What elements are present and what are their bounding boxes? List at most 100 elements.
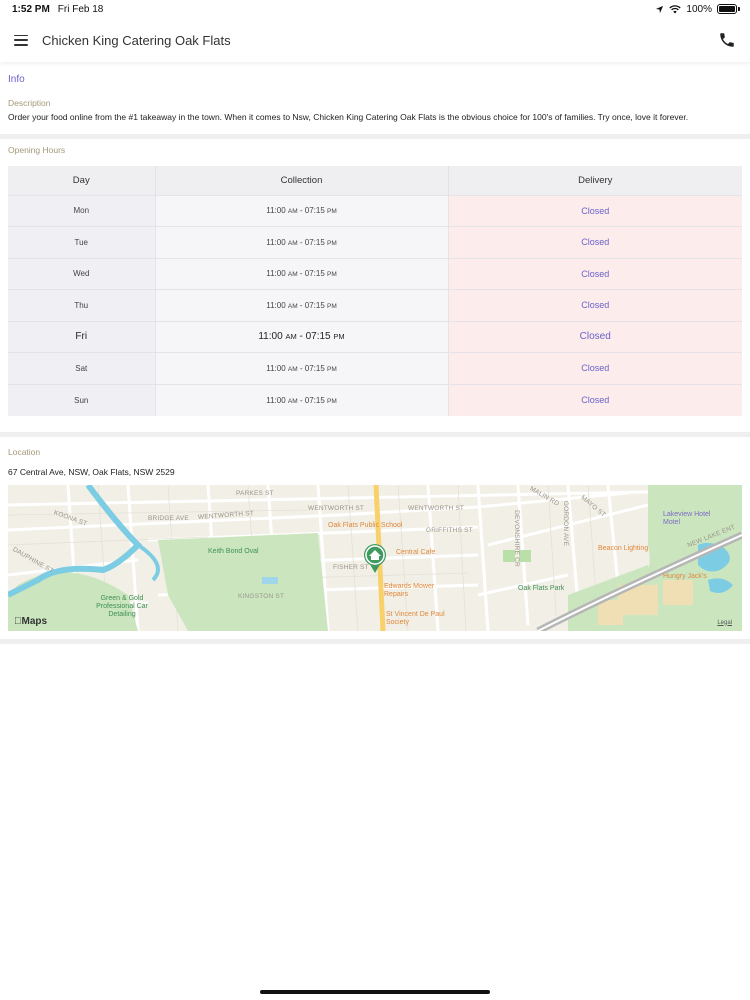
open-ampm: AM	[287, 365, 298, 373]
table-row: Wed 11:00 AM - 07:15 PM Closed	[8, 257, 742, 290]
close-time: 07:15	[304, 237, 325, 247]
time-separator: -	[297, 395, 305, 405]
table-row: Mon 11:00 AM - 07:15 PM Closed	[8, 194, 742, 227]
collection-hours-cell: 11:00 AM - 07:15 PM	[155, 383, 449, 416]
table-row: Sat 11:00 AM - 07:15 PM Closed	[8, 352, 742, 384]
info-link[interactable]: Info	[8, 74, 25, 85]
day-cell: Tue	[8, 226, 156, 258]
location-map[interactable]: PARKES ST WENTWORTH ST WENTWORTH ST WENT…	[8, 484, 742, 631]
map-poi-green-gold-car-detailing[interactable]: Green & Gold Professional Car Detailing	[90, 595, 154, 619]
section-divider	[0, 638, 750, 644]
delivery-status-cell: Closed	[448, 289, 742, 321]
phone-icon[interactable]	[718, 31, 736, 49]
location-arrow-icon	[656, 5, 664, 13]
map-street-label: WENTWORTH ST	[408, 504, 465, 512]
open-ampm: AM	[285, 332, 297, 342]
close-time: 07:15	[304, 300, 325, 310]
close-ampm: PM	[327, 365, 337, 373]
opening-hours-table: Day Collection Delivery Mon 11:00 AM - 07…	[8, 166, 742, 416]
open-ampm: AM	[287, 302, 298, 310]
open-time: 11:00	[266, 363, 286, 373]
map-legal-link[interactable]: Legal	[717, 620, 732, 626]
table-row: Sun 11:00 AM - 07:15 PM Closed	[8, 383, 742, 416]
close-time: 07:15	[304, 269, 325, 279]
status-time: 1:52 PM	[12, 3, 50, 15]
open-time: 11:00	[266, 300, 286, 310]
battery-icon	[717, 4, 740, 14]
delivery-status-cell: Closed	[448, 352, 742, 384]
map-poi-hungry-jacks[interactable]: Hungry Jack's	[663, 573, 707, 581]
map-poi-edwards-mower-repairs[interactable]: Edwards Mower Repairs	[384, 583, 454, 599]
map-poi-central-cafe[interactable]: Central Cafe	[396, 549, 435, 557]
map-street-label: DEVONSHIRE CR	[512, 509, 520, 567]
map-poi-oak-flats-public-school[interactable]: Oak Flats Public School	[328, 522, 402, 530]
open-time: 11:00	[266, 269, 286, 279]
column-header-delivery: Delivery	[448, 166, 742, 195]
delivery-status-cell: Closed	[448, 194, 742, 227]
section-divider	[0, 431, 750, 437]
section-divider	[0, 134, 750, 139]
open-time: 11:00	[266, 206, 286, 216]
location-label: Location	[8, 446, 41, 457]
status-bar: 1:52 PM Fri Feb 18 100%	[0, 0, 750, 18]
collection-hours-cell: 11:00 AM - 07:15 PM	[155, 194, 449, 227]
status-left: 1:52 PM Fri Feb 18	[12, 4, 103, 15]
time-separator: -	[296, 331, 306, 343]
description-text: Order your food online from the #1 takea…	[8, 112, 689, 122]
close-time: 07:15	[304, 206, 325, 216]
table-header-row: Day Collection Delivery	[8, 166, 742, 195]
status-date: Fri Feb 18	[57, 3, 104, 15]
collection-hours-cell: 11:00 AM - 07:15 PM	[155, 257, 449, 290]
map-poi-st-vincent-de-paul[interactable]: St Vincent De Paul Society	[386, 611, 446, 627]
column-header-day: Day	[8, 166, 156, 195]
maps-label: Maps	[14, 615, 48, 627]
time-separator: -	[297, 300, 305, 310]
map-street-label: GORDON AVE	[562, 500, 570, 546]
collection-hours-cell: 11:00 AM - 07:15 PM	[155, 289, 449, 321]
open-ampm: AM	[287, 239, 298, 247]
apple-maps-attribution: Maps	[14, 616, 47, 627]
close-ampm: PM	[327, 208, 337, 216]
time-separator: -	[297, 363, 305, 373]
day-cell: Fri	[8, 320, 156, 353]
time-separator: -	[297, 206, 305, 216]
delivery-status-cell: Closed	[448, 320, 742, 353]
map-poi-keith-bond-oval[interactable]: Keith Bond Oval	[208, 548, 259, 556]
address-text: 67 Central Ave, NSW, Oak Flats, NSW 2529	[8, 466, 175, 477]
close-ampm: PM	[327, 239, 337, 247]
delivery-status-cell: Closed	[448, 383, 742, 416]
open-ampm: AM	[287, 271, 298, 279]
collection-hours-cell: 11:00 AM - 07:15 PM	[155, 320, 449, 353]
delivery-status-cell: Closed	[448, 226, 742, 258]
day-cell: Mon	[8, 194, 156, 227]
table-row: Fri 11:00 AM - 07:15 PM Closed	[8, 320, 742, 353]
hamburger-menu-icon[interactable]	[14, 34, 28, 46]
close-ampm: PM	[327, 397, 337, 405]
battery-fill	[719, 6, 735, 12]
description-label: Description	[8, 98, 51, 108]
home-indicator[interactable]	[260, 990, 490, 994]
table-row: Thu 11:00 AM - 07:15 PM Closed	[8, 289, 742, 321]
close-ampm: PM	[333, 332, 345, 342]
close-time: 07:15	[304, 363, 325, 373]
map-street-label: BRIDGE AVE	[148, 514, 189, 522]
open-time: 11:00	[266, 395, 286, 405]
open-ampm: AM	[287, 208, 298, 216]
app-header: Chicken King Catering Oak Flats	[0, 18, 750, 62]
status-right: 100%	[655, 4, 740, 15]
column-header-collection: Collection	[155, 166, 449, 195]
day-cell: Sun	[8, 383, 156, 416]
delivery-status-cell: Closed	[448, 257, 742, 290]
open-time: 11:00	[266, 237, 286, 247]
map-poi-oak-flats-park[interactable]: Oak Flats Park	[518, 585, 564, 593]
open-time: 11:00	[258, 331, 283, 343]
close-ampm: PM	[327, 302, 337, 310]
open-ampm: AM	[287, 397, 298, 405]
time-separator: -	[297, 269, 305, 279]
close-ampm: PM	[327, 271, 337, 279]
opening-hours-label: Opening Hours	[8, 145, 66, 155]
map-poi-beacon-lighting[interactable]: Beacon Lighting	[598, 545, 648, 553]
day-cell: Wed	[8, 257, 156, 290]
map-street-label: GRIFFITHS ST	[426, 526, 473, 534]
map-poi-lakeview-hotel-motel[interactable]: Lakeview Hotel Motel	[663, 511, 719, 527]
